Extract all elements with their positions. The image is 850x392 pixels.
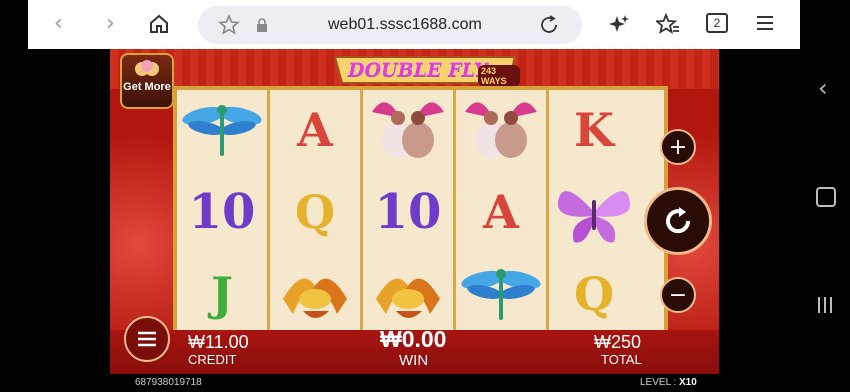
reel-4: A [456, 90, 549, 334]
menu-icon[interactable] [756, 14, 774, 37]
get-more-label: Get More [123, 81, 171, 93]
favorites-icon[interactable] [654, 12, 680, 40]
status-footer: 687938019718 LEVEL : X10 [110, 374, 719, 392]
plus-icon: + [668, 134, 688, 160]
tabs-icon[interactable]: 2 [706, 13, 728, 33]
symbol-label: 10 [188, 184, 256, 240]
credit-value: ₩11.00 [188, 332, 249, 352]
system-navigation: ‹ [800, 0, 850, 392]
account-id: 687938019718 [135, 377, 202, 388]
symbol-a: A [456, 172, 546, 252]
golden-birds-symbol [363, 254, 453, 334]
total-label: TOTAL [601, 352, 642, 367]
symbol-label: A [297, 103, 333, 157]
symbol-j: J [177, 254, 267, 334]
lock-icon [256, 18, 268, 37]
symbol-label: 10 [374, 184, 442, 240]
symbol-label: A [483, 185, 519, 239]
reel-frame: 10 J A Q 10 A K Q [173, 86, 668, 338]
symbol-label: Q [573, 267, 615, 321]
slot-game: DOUBLE FLY 243 WAYS Get More 10 J A Q 10… [110, 49, 719, 392]
pink-birds-symbol [363, 90, 453, 170]
level-label: LEVEL : [640, 377, 677, 388]
minus-icon: − [668, 282, 688, 308]
game-title: DOUBLE FLY [348, 59, 488, 81]
system-home-icon[interactable] [816, 187, 836, 207]
ways-badge: 243 WAYS [478, 65, 520, 87]
win-label: WIN [399, 352, 429, 369]
total-value: ₩250 [594, 332, 642, 352]
golden-birds-symbol [270, 254, 360, 334]
symbol-q: Q [270, 172, 360, 252]
browser-toolbar: ‹ › web01.sssc1688.com 2 [28, 0, 800, 49]
level-value: X10 [679, 377, 697, 388]
menu-button[interactable] [124, 316, 170, 362]
butterfly-symbol [549, 172, 639, 252]
hamburger-icon [138, 331, 156, 347]
left-edge [0, 0, 28, 392]
url-text: web01.sssc1688.com [328, 16, 482, 33]
bookmark-star-icon[interactable] [218, 13, 240, 41]
increase-bet-button[interactable]: + [660, 129, 696, 165]
symbol-a: A [270, 90, 360, 170]
pink-birds-symbol [456, 90, 546, 170]
reel-3: 10 [363, 90, 456, 334]
reload-icon[interactable] [538, 14, 560, 41]
home-icon[interactable] [148, 13, 170, 40]
get-more-button[interactable]: Get More [120, 53, 174, 109]
symbol-k: K [549, 90, 639, 170]
back-icon[interactable]: ‹ [54, 12, 63, 36]
spin-icon [666, 207, 691, 234]
dragonfly-symbol [177, 90, 267, 170]
symbol-ten: 10 [177, 172, 267, 252]
gift-icon [135, 60, 159, 76]
left-curtain [110, 89, 180, 349]
win-value: ₩0.00 [380, 326, 447, 352]
credit-label: CREDIT [188, 352, 237, 367]
forward-icon[interactable]: › [106, 12, 115, 36]
sparkle-icon[interactable] [608, 13, 630, 40]
reel-1: 10 J [177, 90, 270, 334]
symbol-q: Q [549, 254, 639, 334]
reel-2: A Q [270, 90, 363, 334]
symbol-label: Q [294, 185, 336, 239]
symbol-label: K [574, 103, 614, 157]
symbol-label: J [211, 267, 233, 321]
game-logo: DOUBLE FLY 243 WAYS [330, 53, 520, 87]
symbol-ten: 10 [363, 172, 453, 252]
system-back-icon[interactable]: ‹ [818, 74, 828, 102]
system-recents-icon[interactable] [817, 296, 833, 319]
address-bar[interactable]: web01.sssc1688.com [198, 6, 582, 44]
dragonfly-symbol [456, 254, 546, 334]
decrease-bet-button[interactable]: − [660, 277, 696, 313]
spin-button[interactable] [644, 187, 712, 255]
